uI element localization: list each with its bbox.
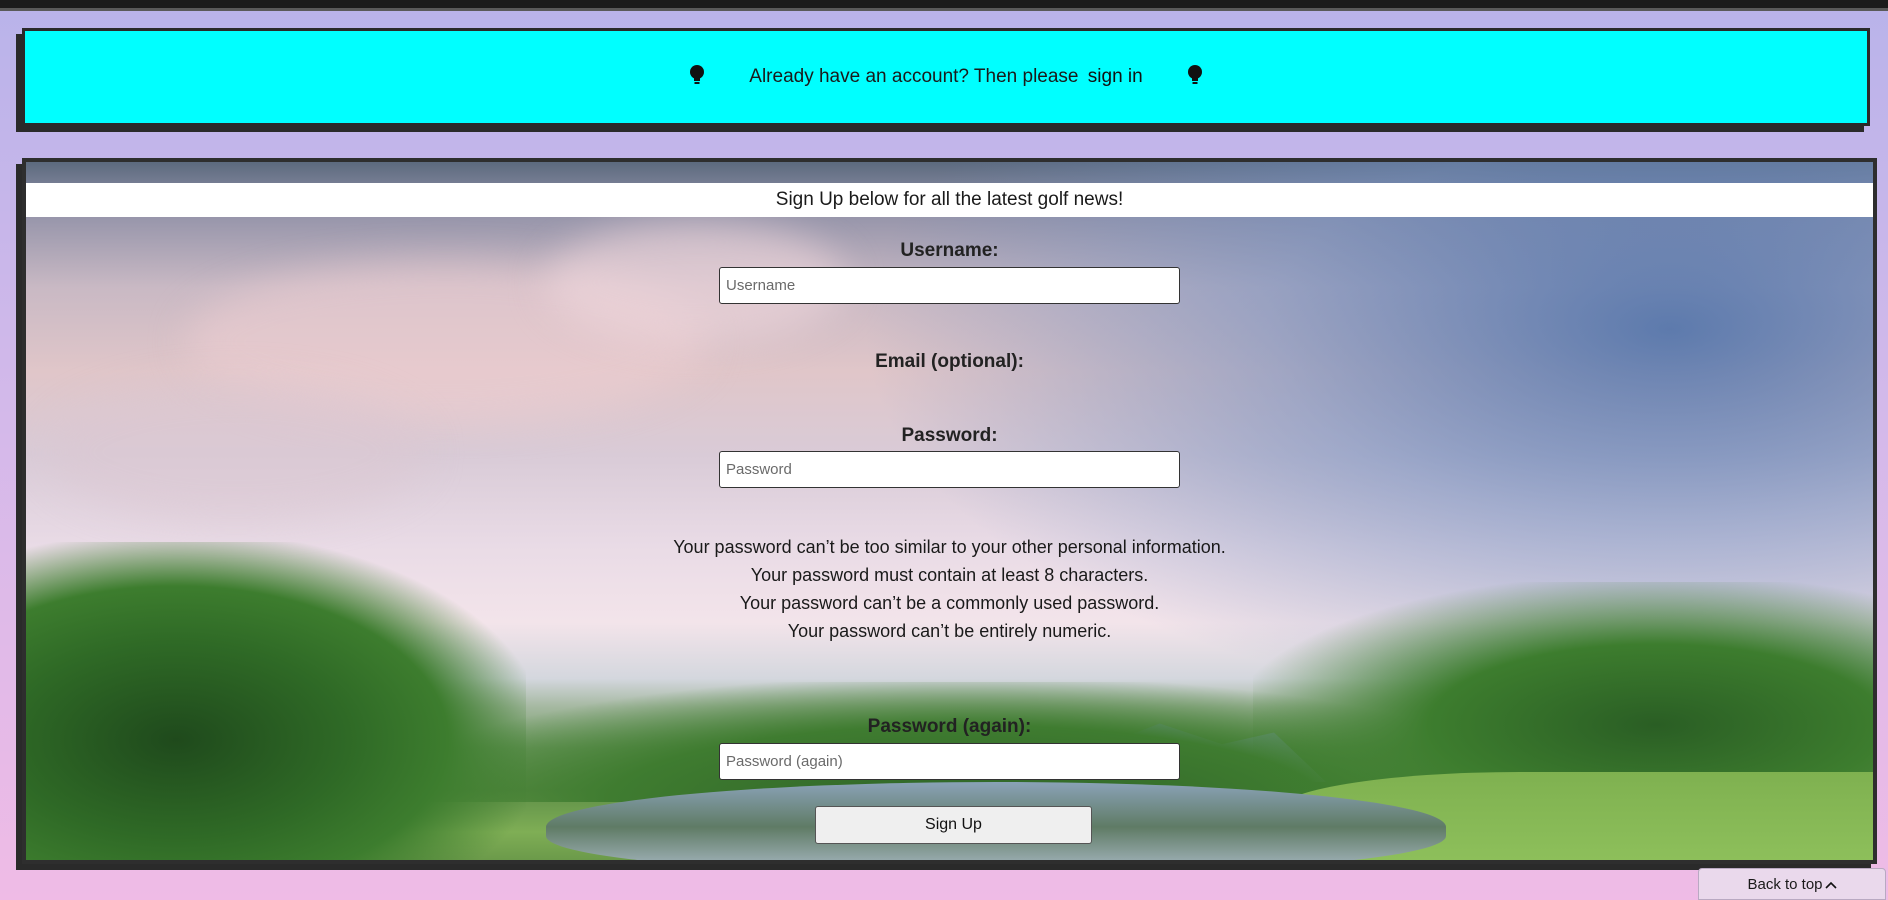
password-again-label: Password (again): xyxy=(867,716,1032,737)
signin-prompt: Already have an account? Then please sig… xyxy=(749,66,1142,88)
password-help-item: Your password can’t be too similar to yo… xyxy=(673,537,1226,557)
username-label: Username: xyxy=(900,240,999,261)
password-help-item: Your password can’t be entirely numeric. xyxy=(787,621,1112,641)
signin-link[interactable]: sign in xyxy=(1088,66,1143,87)
back-to-top-label: Back to top xyxy=(1747,875,1823,893)
password-help-item: Your password can’t be a commonly used p… xyxy=(739,593,1160,613)
back-to-top-button[interactable]: Back to top xyxy=(1698,868,1886,900)
password-again-input[interactable] xyxy=(719,743,1180,780)
cloud-decoration xyxy=(46,382,426,522)
password-help-item: Your password must contain at least 8 ch… xyxy=(750,565,1149,585)
username-input[interactable] xyxy=(719,267,1180,304)
signup-panel: Sign Up below for all the latest golf ne… xyxy=(22,158,1877,864)
password-help-list: Your password can’t be too similar to yo… xyxy=(26,533,1873,645)
lightbulb-icon xyxy=(1183,64,1207,91)
password-label: Password: xyxy=(901,425,998,446)
top-nav-strip xyxy=(0,0,1888,11)
signin-prompt-text: Already have an account? Then please xyxy=(749,66,1079,87)
password-input[interactable] xyxy=(719,451,1180,488)
email-label: Email (optional): xyxy=(875,351,1024,372)
lightbulb-icon xyxy=(685,64,709,91)
chevron-up-icon xyxy=(1824,876,1837,892)
signin-banner: Already have an account? Then please sig… xyxy=(22,28,1870,126)
signup-notice: Sign Up below for all the latest golf ne… xyxy=(26,183,1873,217)
signup-button[interactable]: Sign Up xyxy=(815,806,1092,844)
